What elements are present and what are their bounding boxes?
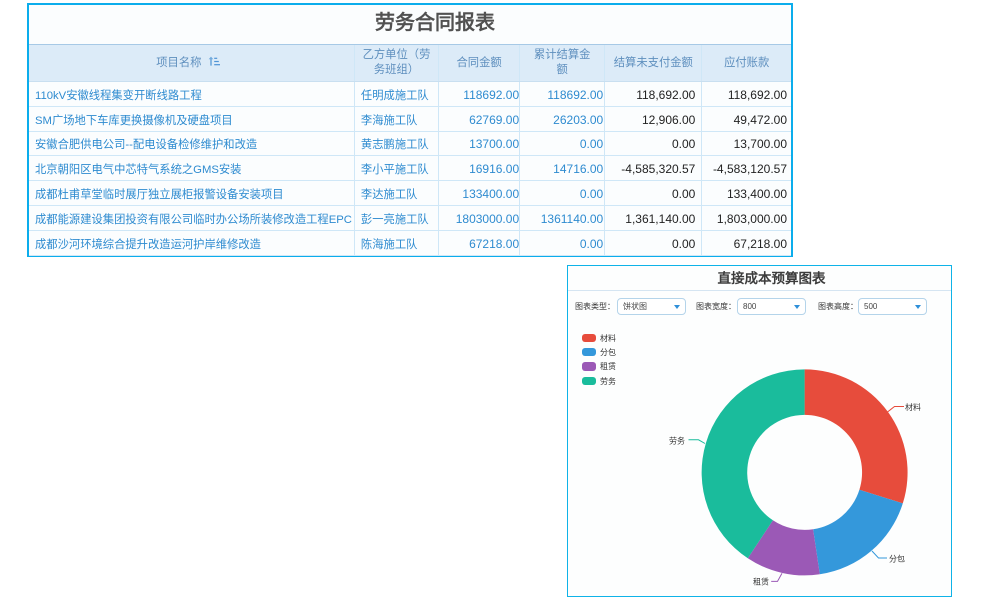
svg-text:租赁: 租赁 xyxy=(753,577,769,587)
svg-text:材料: 材料 xyxy=(905,402,921,412)
svg-text:劳务: 劳务 xyxy=(669,436,685,446)
svg-text:分包: 分包 xyxy=(889,554,905,564)
